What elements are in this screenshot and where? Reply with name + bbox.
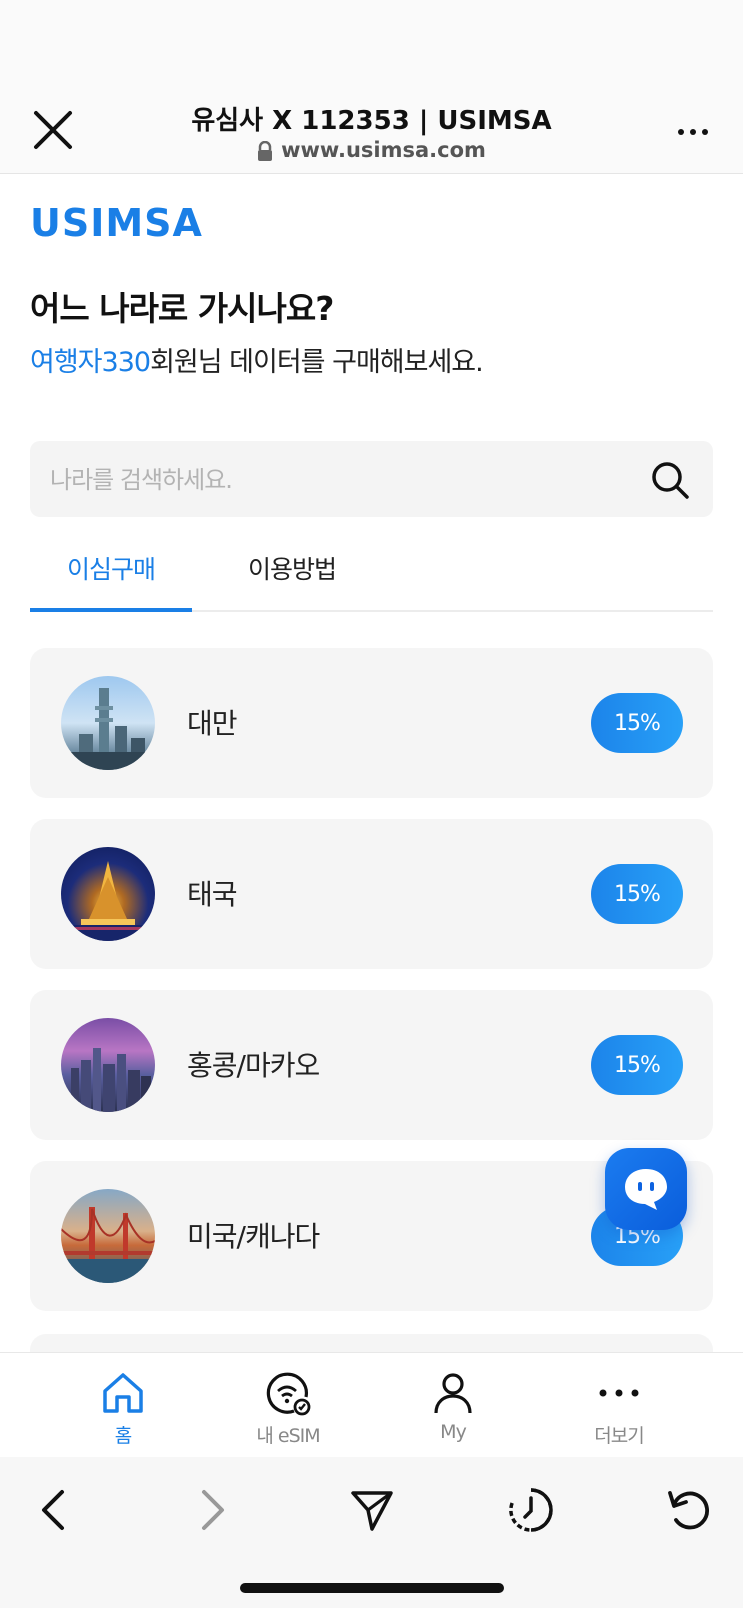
discount-badge: 15% [591, 1035, 683, 1095]
browser-top-bar: 유심사 X 112353 | USIMSA www.usimsa.com [0, 0, 743, 174]
hongkong-skyline-image [61, 1018, 155, 1112]
tab-bar: 이심구매 이용방법 [30, 534, 713, 612]
search-icon[interactable] [649, 459, 691, 501]
more-icon [599, 1389, 639, 1397]
url-text: www.usimsa.com [281, 138, 486, 162]
chevron-left-icon [42, 1490, 64, 1530]
thailand-temple-image [61, 847, 155, 941]
lock-icon [258, 141, 273, 161]
welcome-message-text: 회원님 데이터를 구매해보세요. [150, 347, 484, 378]
browser-bottom-bar [0, 1457, 743, 1608]
history-clock-icon [509, 1488, 553, 1532]
welcome-message: 여행자330회원님 데이터를 구매해보세요. [30, 340, 484, 379]
bottom-navigation: 홈 내 eSIM My 더보기 [0, 1352, 743, 1457]
country-search-box [30, 441, 713, 519]
svg-text:USIMSA: USIMSA [30, 204, 203, 240]
discount-badge: 15% [591, 693, 683, 753]
history-button[interactable] [504, 1483, 558, 1537]
country-name: 태국 [187, 878, 238, 911]
reload-button[interactable] [662, 1483, 716, 1537]
browser-menu-button[interactable] [673, 112, 713, 152]
person-icon [434, 1373, 472, 1414]
nav-my-esim-label: 내 eSIM [256, 1425, 320, 1447]
back-button[interactable] [26, 1483, 80, 1537]
home-icon [103, 1373, 143, 1413]
country-card-hongkong-macau[interactable]: 홍콩/마카오 15% [30, 990, 713, 1140]
golden-gate-bridge-image [61, 1189, 155, 1283]
page-title: 유심사 X 112353 | USIMSA [191, 106, 552, 136]
country-name: 대만 [187, 707, 238, 740]
page-headline: 어느 나라로 가시나요? [30, 289, 334, 328]
chat-support-button[interactable] [605, 1148, 687, 1230]
nav-my-label: My [440, 1421, 467, 1443]
nav-more-label: 더보기 [594, 1425, 644, 1447]
reload-icon [668, 1491, 709, 1530]
country-name: 미국/캐나다 [187, 1220, 320, 1253]
nav-more[interactable]: 더보기 [539, 1353, 699, 1457]
discount-badge: 15% [591, 864, 683, 924]
nav-home[interactable]: 홈 [43, 1353, 203, 1457]
taiwan-city-image [61, 676, 155, 770]
usimsa-logo-mark: USIMSA [30, 201, 203, 245]
send-icon [351, 1491, 393, 1531]
country-search-input[interactable] [48, 441, 612, 519]
country-name: 홍콩/마카오 [187, 1049, 320, 1082]
forward-button[interactable] [186, 1483, 240, 1537]
nav-my-esim[interactable]: 내 eSIM [208, 1353, 368, 1457]
url-bar[interactable]: www.usimsa.com [0, 138, 743, 162]
chat-bubble-icon [625, 1169, 667, 1210]
country-card-taiwan[interactable]: 대만 15% [30, 648, 713, 798]
country-card-thailand[interactable]: 태국 15% [30, 819, 713, 969]
tab-how-to-use[interactable]: 이용방법 [212, 550, 372, 608]
tab-esim-purchase[interactable]: 이심구매 [30, 550, 192, 612]
esim-icon [266, 1372, 311, 1416]
member-name: 여행자330 [30, 347, 151, 378]
share-button[interactable] [345, 1483, 399, 1537]
home-indicator [240, 1583, 504, 1593]
nav-my[interactable]: My [373, 1353, 533, 1457]
more-horizontal-icon [678, 129, 708, 135]
nav-home-label: 홈 [114, 1425, 132, 1447]
chevron-right-icon [202, 1490, 224, 1530]
usimsa-logo[interactable]: USIMSA [30, 201, 210, 245]
